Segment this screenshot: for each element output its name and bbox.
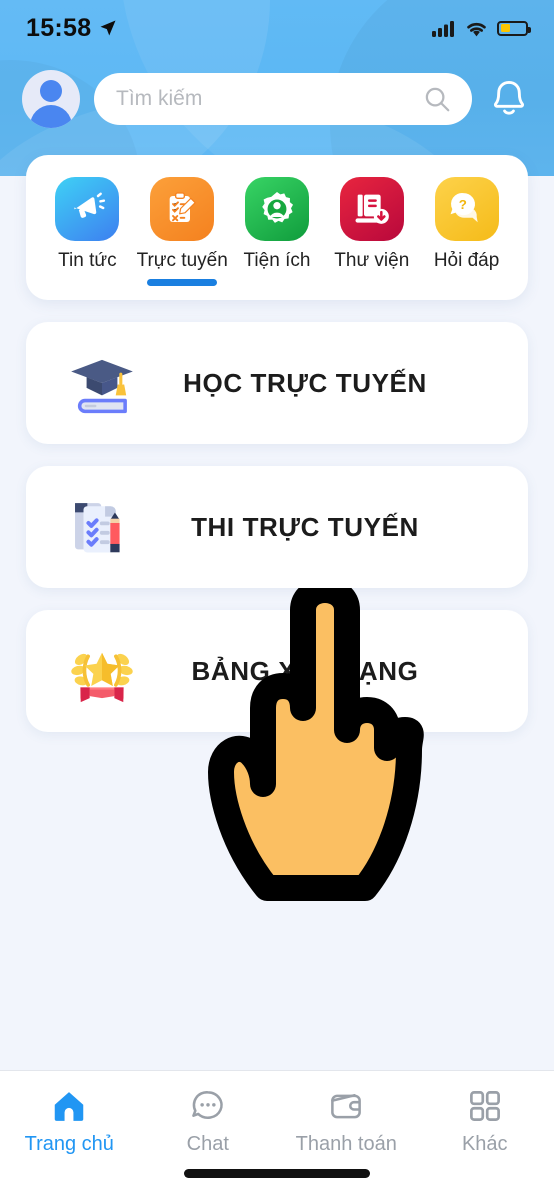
- category-label: Tiện ích: [243, 250, 311, 271]
- header-bar: [0, 62, 554, 136]
- graduation-cap-book-icon: [62, 346, 142, 420]
- category-item-truc-tuyen[interactable]: Trực tuyến: [136, 177, 228, 286]
- search-input[interactable]: [116, 87, 422, 111]
- category-item-thu-vien[interactable]: Thư viện: [326, 177, 418, 272]
- bell-icon[interactable]: [488, 77, 530, 121]
- tab-trang-chu[interactable]: Trang chủ: [0, 1087, 139, 1156]
- category-card: Tin tức Trực tuyến Tiện ích Thư viện ? H…: [26, 155, 528, 300]
- tab-label: Trang chủ: [24, 1133, 114, 1155]
- category-active-indicator: [147, 279, 218, 286]
- checklist-pencil-icon: [62, 490, 142, 564]
- home-indicator: [184, 1169, 370, 1178]
- book-download-icon[interactable]: [339, 177, 404, 241]
- category-item-tin-tuc[interactable]: Tin tức: [41, 177, 133, 272]
- megaphone-icon[interactable]: [55, 177, 120, 241]
- status-bar-time: 15:58: [26, 13, 92, 42]
- chat-bubble-icon[interactable]: [188, 1087, 228, 1125]
- search-icon[interactable]: [422, 84, 452, 114]
- award-laurel-ribbon-icon: [62, 634, 142, 708]
- tab-thanh-toan[interactable]: Thanh toán: [277, 1087, 416, 1156]
- wifi-icon: [467, 22, 486, 36]
- app-screen: 15:58 Tìm kiếm Tin tức Trực tuyến Tiện í…: [0, 0, 554, 1200]
- category-item-tien-ich[interactable]: Tiện ích: [231, 177, 323, 272]
- avatar[interactable]: [22, 70, 80, 128]
- tab-khac[interactable]: Khác: [416, 1087, 554, 1156]
- avatar-head: [40, 80, 62, 102]
- tab-label: Khác: [461, 1133, 508, 1155]
- bottom-tab-bar: Trang chủ Chat Thanh toán Khác: [0, 1070, 554, 1200]
- menu-card-label: HỌC TRỰC TUYẾN: [183, 367, 427, 398]
- clipboard-pencil-icon[interactable]: [150, 177, 215, 241]
- category-label: Thư viện: [334, 250, 410, 271]
- category-label: Hỏi đáp: [433, 250, 500, 271]
- menu-card-thi-truc-tuyen[interactable]: THI TRỰC TUYẾN: [26, 466, 528, 588]
- cellular-signal-icon: [432, 20, 454, 37]
- status-bar-right: [432, 20, 531, 37]
- menu-card-list: HỌC TRỰC TUYẾN THI TRỰC TUYẾN BẢNG XẾP H…: [26, 322, 528, 754]
- avatar-body: [30, 105, 72, 128]
- category-label: Trực tuyến: [136, 250, 228, 271]
- menu-card-label: THI TRỰC TUYẾN: [191, 511, 419, 542]
- grid-more-icon[interactable]: [465, 1087, 505, 1125]
- category-label: Tin tức: [58, 250, 117, 271]
- notification-button[interactable]: [486, 74, 532, 124]
- status-bar: 15:58: [0, 0, 554, 56]
- tab-label: Chat: [186, 1133, 229, 1155]
- menu-card-label: BẢNG XẾP HẠNG: [191, 655, 419, 686]
- menu-card-bang-xep-hang[interactable]: BẢNG XẾP HẠNG: [26, 610, 528, 732]
- battery-low-power-icon: [497, 20, 531, 36]
- question-chat-icon[interactable]: ?: [434, 177, 499, 241]
- svg-text:?: ?: [458, 197, 466, 212]
- search-bar[interactable]: [94, 73, 472, 125]
- tab-label: Thanh toán: [295, 1133, 397, 1155]
- category-item-hoi-dap[interactable]: ? Hỏi đáp: [421, 177, 513, 272]
- menu-card-hoc-truc-tuyen[interactable]: HỌC TRỰC TUYẾN: [26, 322, 528, 444]
- tab-chat[interactable]: Chat: [139, 1087, 278, 1156]
- home-icon[interactable]: [49, 1087, 89, 1125]
- wallet-icon[interactable]: [326, 1087, 366, 1125]
- gear-user-icon[interactable]: [244, 177, 309, 241]
- location-arrow-icon: [100, 20, 116, 36]
- status-bar-left: 15:58: [26, 14, 118, 43]
